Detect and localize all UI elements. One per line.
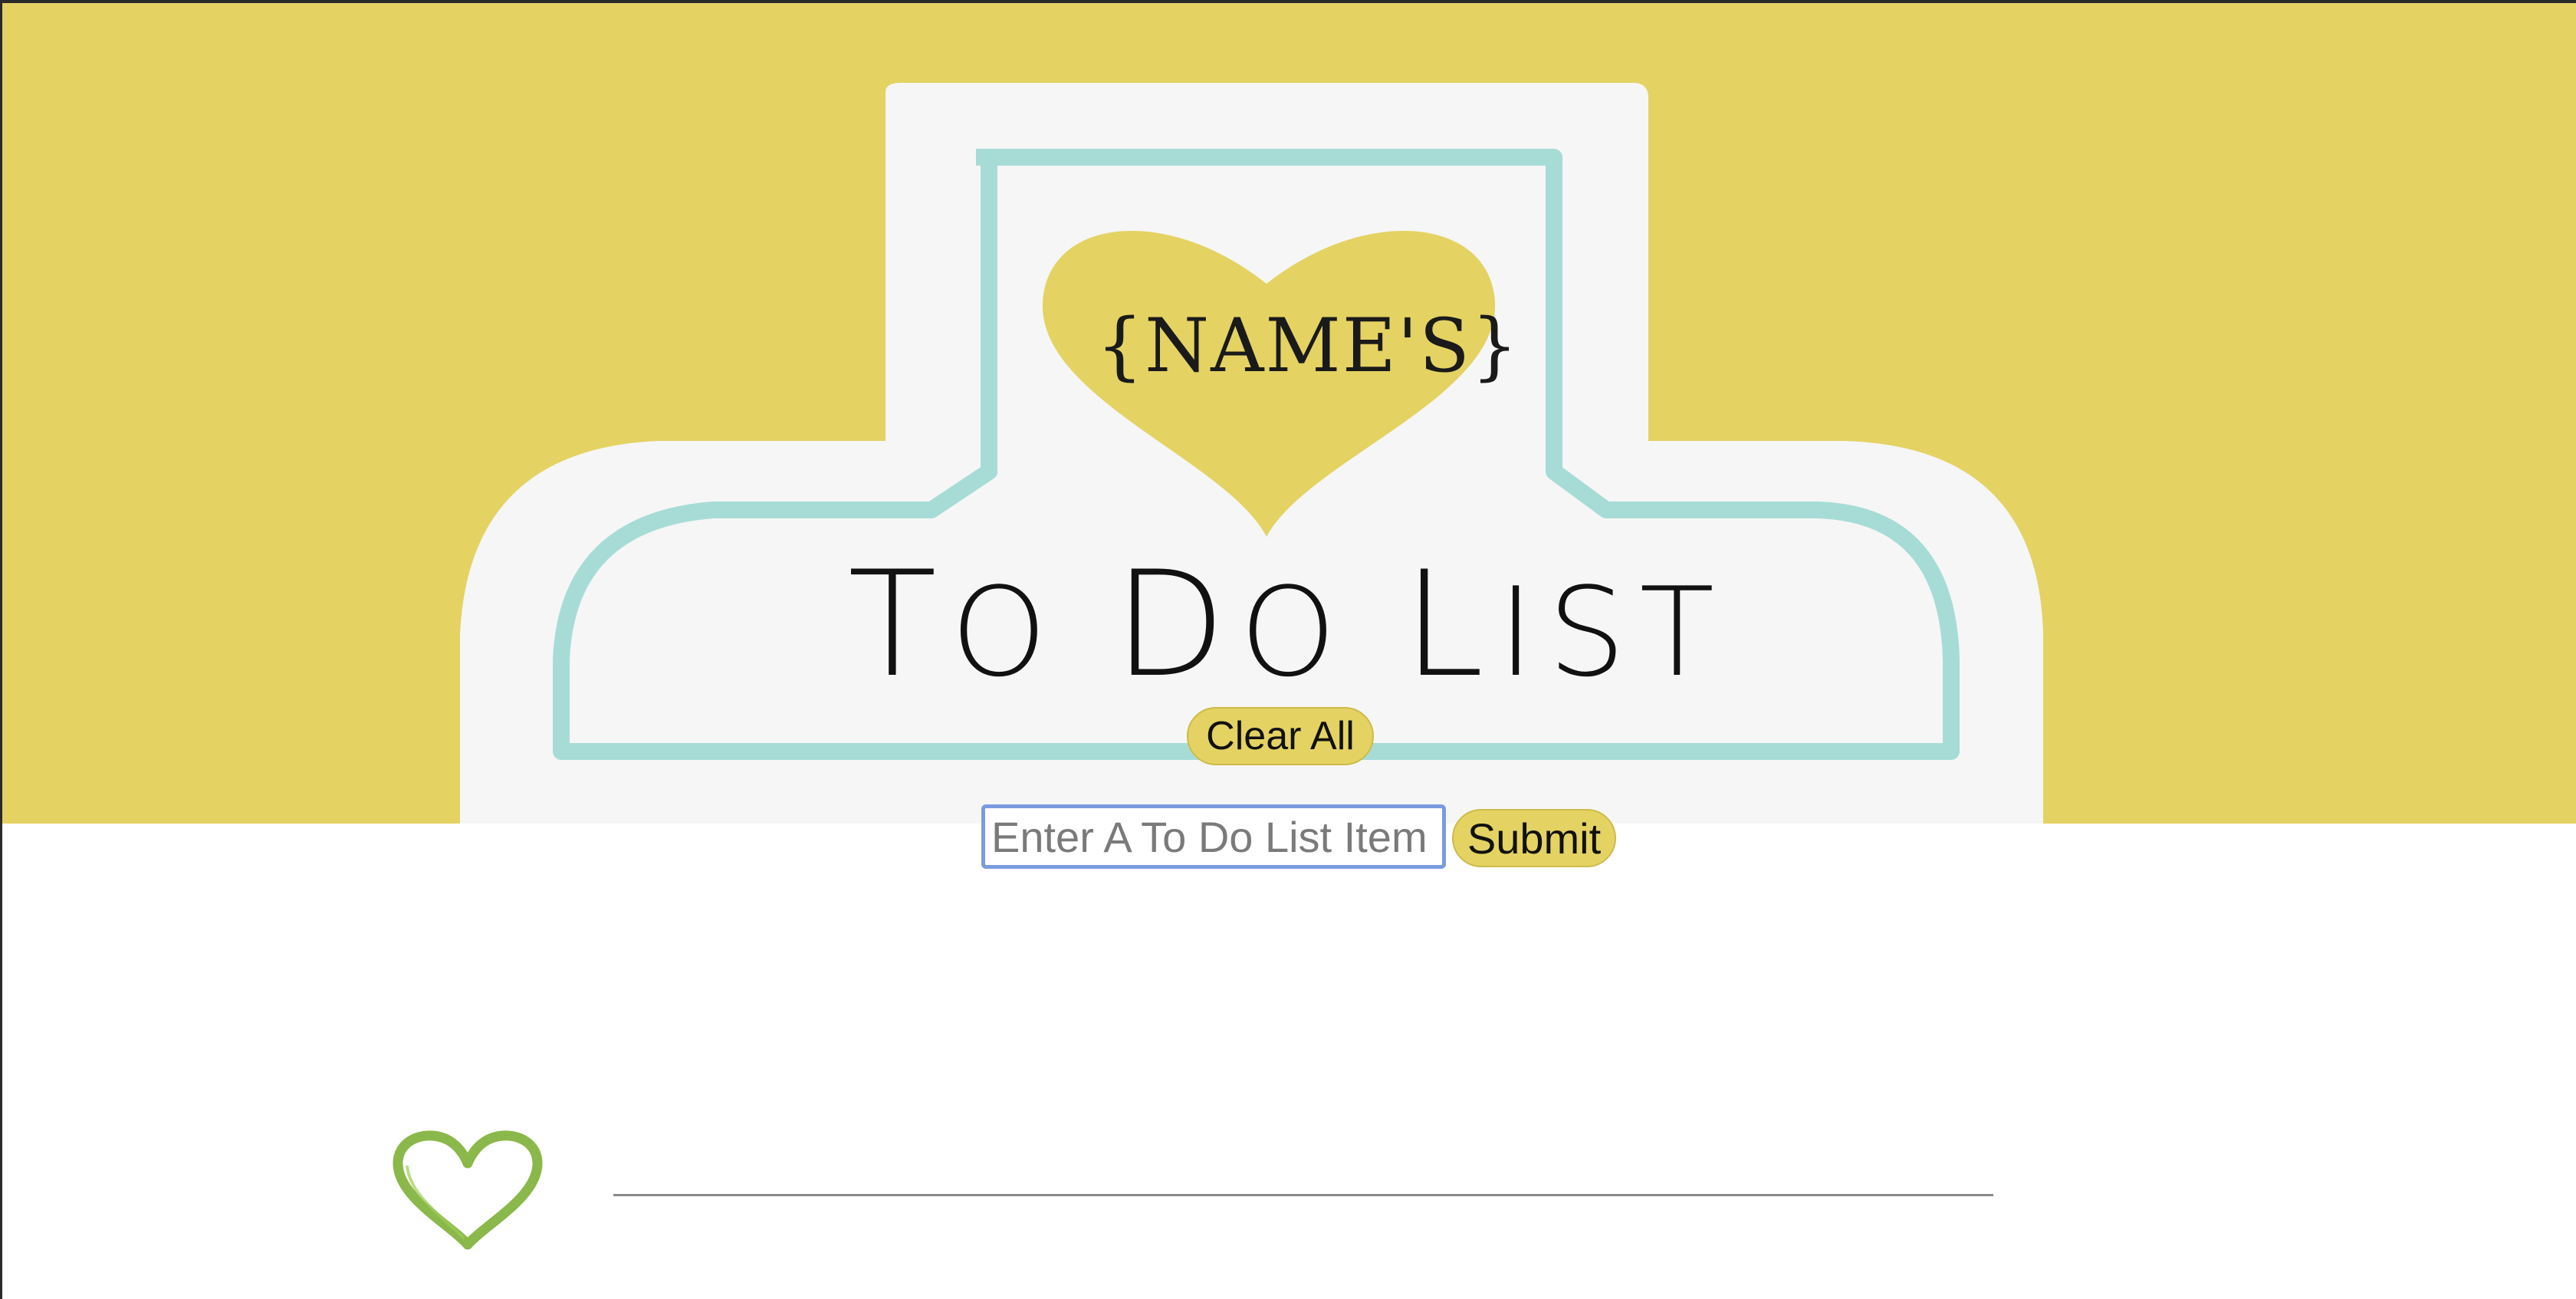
page-title: TO DO LIST <box>805 552 1771 698</box>
window-top-edge <box>0 0 2576 3</box>
window-left-edge <box>0 0 2 1299</box>
list-item-divider <box>613 1194 1993 1196</box>
name-placeholder-title: {NAME'S} <box>1096 303 1520 389</box>
title-segment-ist: IST <box>1497 561 1729 704</box>
heart-outline-icon <box>393 1130 543 1250</box>
title-letter-d: D <box>1113 540 1240 709</box>
title-segment-o2: O <box>1240 561 1403 704</box>
todo-item-input[interactable] <box>981 804 1446 869</box>
clear-all-button[interactable]: Clear All <box>1187 707 1374 765</box>
title-letter-t: T <box>847 540 951 709</box>
header-logo-graphic <box>460 83 2043 824</box>
title-segment-o: O <box>950 561 1114 704</box>
todo-page: {NAME'S} TO DO LIST Clear All Submit <box>0 0 2576 1299</box>
submit-button[interactable]: Submit <box>1452 809 1616 867</box>
title-letter-l: L <box>1402 540 1498 709</box>
